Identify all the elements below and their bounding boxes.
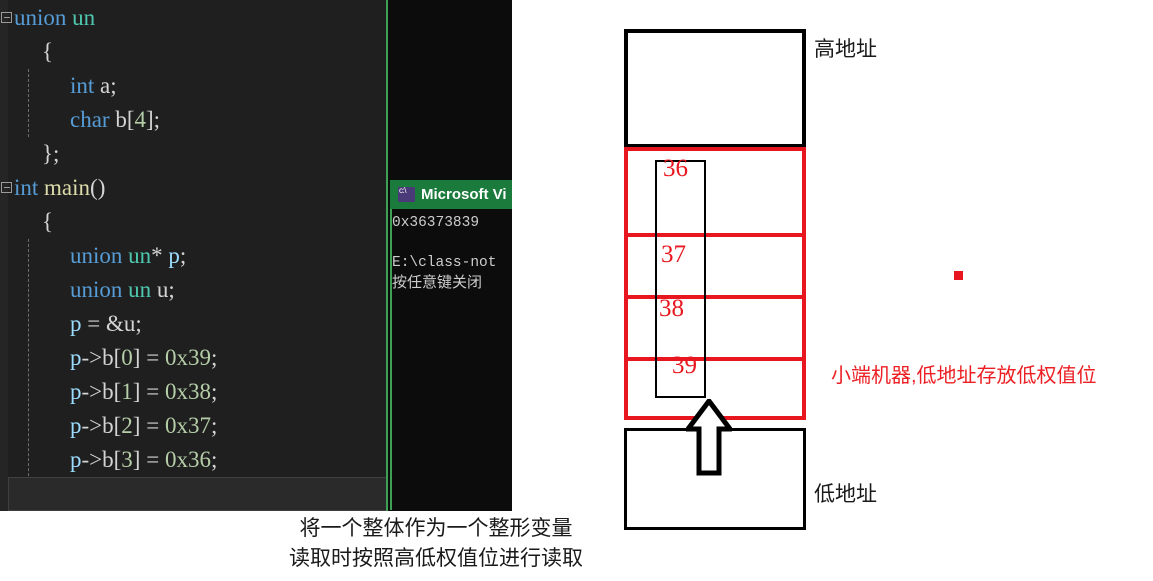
console-window-title: Microsoft Vi: [421, 186, 507, 203]
indent-guide: [28, 239, 29, 511]
code-token: 2: [121, 413, 133, 438]
code-token: ->b[: [81, 447, 122, 472]
code-token: char: [70, 107, 110, 132]
code-token: ->b[: [81, 379, 122, 404]
code-token: {: [42, 209, 54, 234]
code-token: ->b[: [81, 345, 122, 370]
code-token: a;: [94, 73, 117, 98]
code-token: p: [70, 345, 82, 370]
console-window[interactable]: Microsoft Vi 0x36373839 E:\class-not 按任意键关…: [390, 180, 512, 510]
code-token: union: [14, 5, 73, 30]
code-line: p->b[1] = 0x38;: [0, 375, 388, 409]
code-line: int main(): [0, 171, 388, 205]
low-address-label: 低地址: [814, 483, 877, 506]
code-token: p: [70, 379, 82, 404]
code-token: main: [44, 175, 91, 200]
indent-guide: [28, 69, 29, 137]
code-line: union un u;: [0, 273, 388, 307]
code-token: ;: [210, 447, 218, 472]
console-output-line: E:\class-not: [392, 255, 497, 271]
code-line: int a;: [0, 69, 388, 103]
code-token: ] =: [132, 447, 165, 472]
fold-marker-union-icon[interactable]: [1, 12, 12, 23]
code-line: {: [0, 205, 388, 239]
code-token: 1: [121, 379, 133, 404]
code-line: p = &u;: [0, 307, 388, 341]
code-line: p->b[0] = 0x39;: [0, 341, 388, 375]
memory-cell-value: 36: [663, 155, 688, 182]
code-token: p: [70, 311, 82, 336]
code-token: 0x36: [164, 447, 211, 472]
code-line: p->b[2] = 0x37;: [0, 409, 388, 443]
code-token: ;: [210, 413, 218, 438]
code-token: 0x38: [164, 379, 211, 404]
high-address-label: 高地址: [814, 38, 877, 61]
code-token: ;: [179, 243, 187, 268]
console-output-area: 0x36373839 E:\class-not 按任意键关闭: [390, 209, 512, 510]
code-token: un: [128, 243, 152, 268]
code-token: un: [128, 277, 152, 302]
code-token: ->b[: [81, 413, 122, 438]
code-token: b[: [109, 107, 135, 132]
console-titlebar[interactable]: Microsoft Vi: [390, 180, 512, 209]
up-arrow-icon: [686, 399, 732, 476]
code-token: union: [70, 277, 129, 302]
code-token: 0x37: [164, 413, 211, 438]
console-output-line: 按任意键关闭: [392, 274, 483, 291]
memory-cell-value: 37: [661, 241, 686, 268]
code-token: {: [42, 39, 54, 64]
code-editor-panel[interactable]: union un{int a; char b[4];}; int main(){un…: [0, 0, 388, 511]
code-token: = &u;: [81, 311, 142, 336]
code-token: ] =: [132, 379, 165, 404]
code-token: p: [168, 243, 180, 268]
figure-caption: 将一个整体作为一个整形变量 读取时按照高低权值位进行读取: [289, 514, 583, 574]
red-dot-marker: [954, 271, 963, 280]
caption-line-1: 将一个整体作为一个整形变量: [299, 517, 573, 540]
code-token: ;: [210, 345, 218, 370]
fold-marker-main-icon[interactable]: [1, 182, 12, 193]
code-token: p: [70, 447, 82, 472]
code-line: };: [0, 137, 388, 171]
code-token: };: [42, 141, 60, 166]
memory-high-region-box: [624, 29, 806, 148]
code-token: ;: [210, 379, 218, 404]
code-token: un: [72, 5, 96, 30]
code-token: 4: [134, 107, 147, 132]
memory-byte-cell: [624, 147, 806, 237]
code-token: ] =: [132, 413, 165, 438]
memory-byte-cells: [624, 147, 806, 430]
code-token: u;: [151, 277, 175, 302]
code-line: {: [0, 35, 388, 69]
code-token: *: [151, 243, 169, 268]
code-token: 0x39: [164, 345, 211, 370]
code-token: p: [70, 413, 82, 438]
code-token: int: [70, 73, 95, 98]
memory-byte-cell: [624, 233, 806, 299]
code-token: ];: [146, 107, 161, 132]
caption-line-2: 读取时按照高低权值位进行读取: [289, 547, 583, 570]
code-token: 0: [121, 345, 133, 370]
endianness-note: 小端机器,低地址存放低权值位: [831, 365, 1097, 387]
code-token: 3: [121, 447, 133, 472]
code-line: char b[4];: [0, 103, 388, 137]
memory-byte-cell: [624, 295, 806, 361]
code-token: (): [90, 175, 106, 200]
code-token: ] =: [132, 345, 165, 370]
code-line: union un: [0, 1, 388, 35]
memory-cell-value: 39: [672, 352, 697, 379]
code-token: union: [70, 243, 129, 268]
code-line: p->b[3] = 0x36;: [0, 443, 388, 477]
memory-cell-value: 38: [659, 295, 684, 322]
current-line-highlight: [8, 477, 388, 511]
console-output-line: 0x36373839: [392, 215, 480, 231]
console-app-icon: [398, 186, 415, 202]
code-token: int: [14, 175, 45, 200]
code-line: union un* p;: [0, 239, 388, 273]
